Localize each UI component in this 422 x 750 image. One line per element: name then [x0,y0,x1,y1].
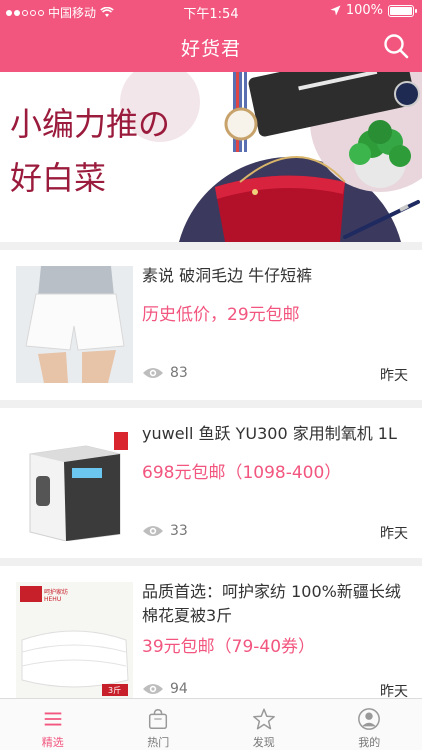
view-count-value: 94 [170,681,188,697]
product-price: 历史低价，29元包邮 [142,305,300,325]
user-icon [358,708,381,730]
shorts-photo [16,266,133,383]
product-title: yuwell 鱼跃 YU300 家用制氧机 1L [142,424,397,443]
status-right: 100% [330,3,417,18]
location-arrow-icon [330,5,341,16]
view-count-value: 83 [170,365,188,381]
search-button[interactable] [380,30,412,62]
tab-label: 发现 [252,736,275,749]
product-price: 39元包邮（79-40券） [142,637,316,657]
view-count: 83 [142,365,188,381]
tab-bar: 精选 热门 发现 我的 [0,698,422,750]
list-item[interactable]: yuwell 鱼跃 YU300 家用制氧机 1L 698元包邮（1098-400… [0,408,422,558]
page-title: 好货君 [180,38,241,60]
product-image [16,266,133,383]
product-image: 呵护家纺 HEHU 3斤 [16,582,133,699]
nav-bar: 好货君 [0,22,422,72]
eye-icon [143,684,163,694]
product-price: 698元包邮（1098-400） [142,463,342,483]
product-list: 素说 破洞毛边 牛仔短裤 历史低价，29元包邮 83 昨天 yuwell 鱼跃 … [0,250,422,724]
product-image [16,424,133,541]
battery-icon [388,4,417,17]
promo-banner[interactable]: 小编力推の 好白菜 [0,72,422,242]
search-icon [384,34,409,59]
tab-featured[interactable]: 精选 [0,699,106,750]
quilt-photo: 呵护家纺 HEHU 3斤 [16,582,133,699]
oxygen-concentrator-photo [16,424,133,541]
post-date: 昨天 [380,526,408,542]
battery-percent: 100% [345,3,383,18]
banner-line-2: 好白菜 [10,159,107,197]
eye-icon [143,368,163,378]
tab-label: 热门 [147,736,170,749]
product-title: 素说 破洞毛边 牛仔短裤 [142,266,313,285]
status-bar: 中国移动 下午1:54 100% [0,0,422,22]
view-count: 94 [142,681,188,697]
brand-name: 呵护家纺 [44,588,68,596]
tab-me[interactable]: 我的 [317,699,422,750]
view-count: 33 [142,523,188,539]
tab-label: 我的 [358,736,381,749]
app-screen: 中国移动 下午1:54 100% 好货君 小编力推の 好白菜 素说 破洞毛边 牛… [0,0,422,750]
list-item[interactable]: 呵护家纺 HEHU 3斤 品质首选：呵护家纺 100%新疆长绒棉花夏被3斤 39… [0,566,422,716]
banner-headline: 小编力推の 好白菜 [10,97,170,205]
brand-name-en: HEHU [44,596,61,603]
tab-hot[interactable]: 热门 [106,699,212,750]
eye-icon [143,526,163,536]
header: 中国移动 下午1:54 100% 好货君 [0,0,422,72]
view-count-value: 33 [170,523,188,539]
tab-label: 精选 [41,736,64,749]
bag-icon [149,709,168,729]
tab-discover[interactable]: 发现 [211,699,317,750]
banner-line-1: 小编力推の [10,105,171,143]
star-icon [252,708,275,730]
product-title: 品质首选：呵护家纺 100%新疆长绒棉花夏被3斤 [142,582,401,625]
weight-tag: 3斤 [108,685,121,695]
menu-icon [44,712,62,726]
list-item[interactable]: 素说 破洞毛边 牛仔短裤 历史低价，29元包邮 83 昨天 [0,250,422,400]
post-date: 昨天 [380,368,408,384]
